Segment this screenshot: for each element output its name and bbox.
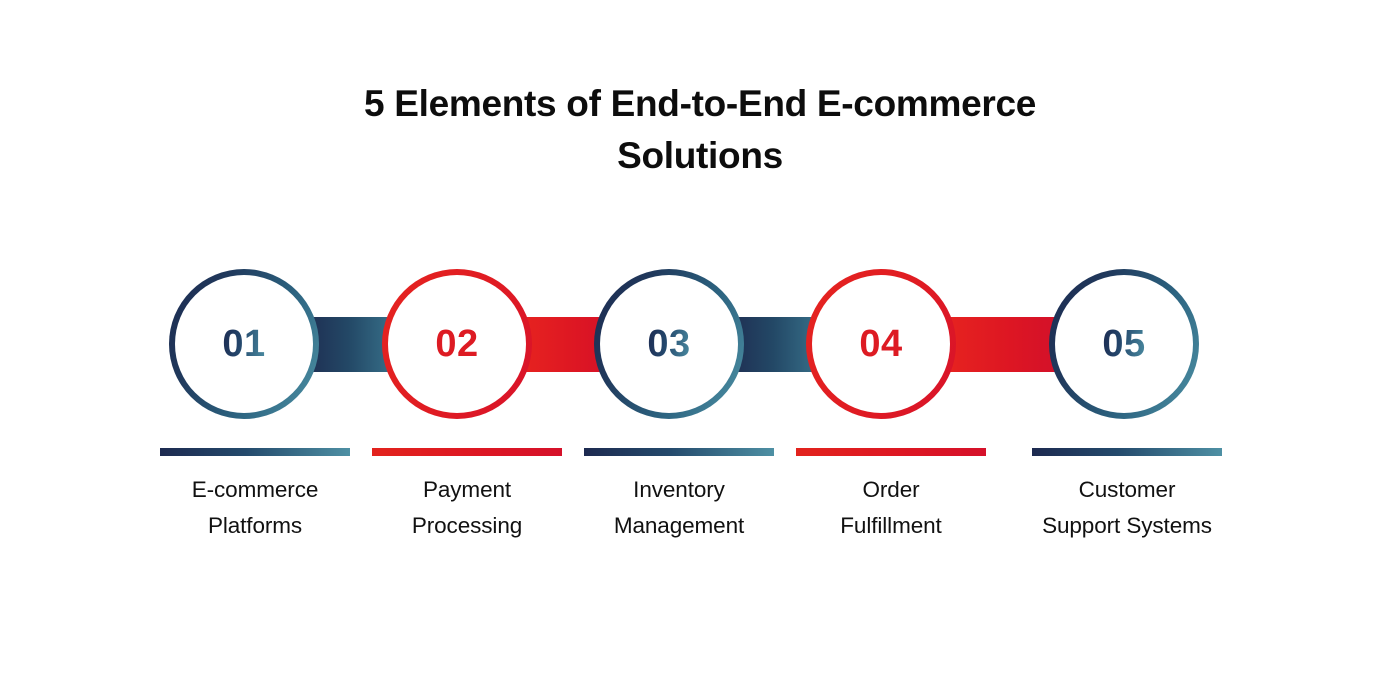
- label-4-line-2: Fulfillment: [840, 513, 942, 538]
- label-text-2: Payment Processing: [365, 472, 569, 544]
- step-marker-1[interactable]: 01: [169, 269, 319, 419]
- label-1-line-2: Platforms: [207, 513, 303, 538]
- step-label-4: Order Fulfillment: [789, 448, 993, 544]
- label-underline-3: [584, 448, 774, 456]
- label-1-line-1: E-commerce: [191, 477, 319, 502]
- step-label-1: E-commerce Platforms: [153, 448, 357, 544]
- label-3-line-1: Inventory: [633, 477, 725, 502]
- step-number-3: 03: [647, 323, 691, 365]
- label-underline-5: [1032, 448, 1222, 456]
- step-circle-4[interactable]: 04: [806, 269, 956, 419]
- title-line-2: Solutions: [617, 135, 783, 176]
- step-circle-3[interactable]: 03: [594, 269, 744, 419]
- step-number-4: 04: [859, 323, 903, 365]
- step-marker-3[interactable]: 03: [594, 269, 744, 419]
- step-label-3: Inventory Management: [577, 448, 781, 544]
- label-underline-2: [372, 448, 562, 456]
- step-number-1: 01: [222, 323, 266, 365]
- label-2-line-2: Processing: [411, 513, 523, 538]
- step-label-2: Payment Processing: [365, 448, 569, 544]
- label-text-5: Customer Support Systems: [1025, 472, 1229, 544]
- step-number-2: 02: [435, 323, 479, 365]
- step-circle-2[interactable]: 02: [382, 269, 532, 419]
- page-title: 5 Elements of End-to-End E-commerce Solu…: [0, 78, 1400, 182]
- label-3-line-2: Management: [613, 513, 745, 538]
- title-line-1: 5 Elements of End-to-End E-commerce: [363, 83, 1037, 124]
- label-5-line-2: Support Systems: [1042, 513, 1212, 538]
- step-label-5: Customer Support Systems: [1025, 448, 1229, 544]
- steps-row: 01 02 03 04 05: [169, 269, 1231, 419]
- infographic-canvas: 5 Elements of End-to-End E-commerce Solu…: [0, 0, 1400, 700]
- label-2-line-1: Payment: [422, 477, 512, 502]
- label-text-1: E-commerce Platforms: [153, 472, 357, 544]
- step-circle-1[interactable]: 01: [169, 269, 319, 419]
- label-underline-4: [796, 448, 986, 456]
- step-marker-5[interactable]: 05: [1049, 269, 1199, 419]
- step-circle-5[interactable]: 05: [1049, 269, 1199, 419]
- step-marker-2[interactable]: 02: [382, 269, 532, 419]
- label-5-line-1: Customer: [1078, 477, 1176, 502]
- label-text-3: Inventory Management: [577, 472, 781, 544]
- label-underline-1: [160, 448, 350, 456]
- step-number-5: 05: [1102, 323, 1146, 365]
- label-4-line-1: Order: [862, 477, 920, 502]
- step-marker-4[interactable]: 04: [806, 269, 956, 419]
- label-text-4: Order Fulfillment: [789, 472, 993, 544]
